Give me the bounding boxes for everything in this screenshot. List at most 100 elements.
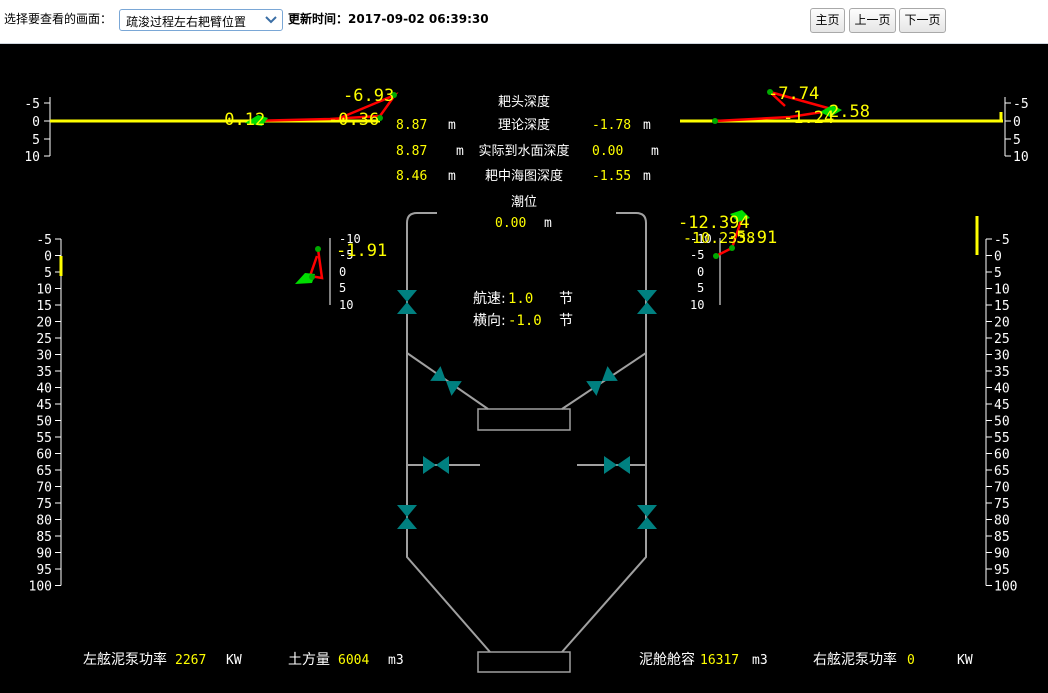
tide-label: 潮位 — [511, 195, 537, 210]
left-pump-value: 2267 — [175, 653, 206, 668]
tick-label: 55 — [36, 431, 52, 446]
volume-label: 土方量 — [288, 652, 330, 668]
tick-label: 85 — [994, 530, 1010, 545]
tick-label: 90 — [994, 547, 1010, 562]
tick-label: 80 — [36, 514, 52, 529]
update-time: 更新时间：2017-09-02 06:39:30 — [288, 12, 489, 26]
tick-label: 30 — [994, 349, 1010, 364]
tide-value: 0.00 — [495, 216, 526, 231]
left-top-scale: -5 0 5 10 — [24, 97, 51, 165]
dredge-diagram: -5 0 5 10 -5 0 5 10 -0.12 -0.36 -6.93 -7… — [24, 84, 1029, 673]
valve-icon — [637, 505, 657, 529]
tick-label: 45 — [36, 398, 52, 413]
left-pump-label: 左舷泥泵功率 — [83, 651, 167, 668]
right-mid-value-c: -5.91 — [726, 228, 777, 248]
left-top-value-a: -0.12 — [214, 110, 265, 130]
tick-label: 45 — [994, 398, 1010, 413]
tick-label: 15 — [36, 299, 52, 314]
depth-panel: 耙头深度 8.87 m 理论深度 -1.78 m 8.87 m 实际到水面深度 … — [396, 94, 659, 231]
tick-label: 75 — [36, 497, 52, 512]
tick-label: 20 — [994, 316, 1010, 331]
tick-label: 70 — [994, 481, 1010, 496]
theory-depth-label: 理论深度 — [498, 117, 550, 133]
tick-label: 60 — [36, 448, 52, 463]
tick-label: 0 — [1013, 115, 1021, 130]
actual-right-value: 0.00 — [592, 144, 623, 159]
unit: m — [456, 144, 464, 159]
tick-label: 25 — [36, 332, 52, 347]
hold-label: 泥舱舱容 — [639, 651, 695, 668]
right-top-value-a: -7.74 — [768, 84, 819, 104]
tick-label: 35 — [994, 365, 1010, 380]
right-pump-value: 0 — [907, 653, 915, 668]
chart-depth-label: 耙中海图深度 — [485, 168, 563, 184]
chart-left-value: 8.46 — [396, 169, 427, 184]
unit: m — [448, 169, 456, 184]
tick-label: 35 — [36, 365, 52, 380]
tick-label: 0 — [697, 265, 704, 279]
tick-label: 85 — [36, 530, 52, 545]
tick-label: 40 — [994, 382, 1010, 397]
depth-title: 耙头深度 — [498, 94, 550, 110]
right-top-value-b: -1.24 — [783, 108, 834, 128]
valve-icon — [423, 456, 449, 474]
unit: m — [448, 118, 456, 133]
tick-label: -5 — [24, 97, 40, 112]
actual-depth-label: 实际到水面深度 — [478, 143, 569, 159]
left-top-value-c: -6.93 — [343, 86, 394, 106]
toolbar: 选择要查看的画面： 疏浚过程左右耙臂位置 更新时间：2017-09-02 06:… — [0, 0, 1048, 44]
unit: m — [643, 169, 651, 184]
tick-label: 75 — [994, 497, 1010, 512]
valve-icon — [637, 290, 657, 314]
prev-page-button[interactable]: 上一页 — [849, 8, 896, 33]
tick-label: 0 — [32, 115, 40, 130]
tick-label: 10 — [339, 298, 353, 312]
tick-label: -5 — [994, 233, 1010, 248]
chevron-down-icon — [265, 16, 277, 24]
left-side-scale: -5 05 1015 2025 3035 4045 5055 6065 7075 8085 9095… — [29, 233, 62, 595]
left-pump-unit: KW — [226, 653, 242, 668]
valve-icon — [397, 290, 417, 314]
unit: m — [651, 144, 659, 159]
bottom-stats: 左舷泥泵功率 2267 KW 土方量 6004 m3 泥舱舱容 16317 m3… — [83, 651, 973, 668]
right-side-scale: -5 05 1015 2025 3035 4045 5055 6065 7075 8085 9095… — [985, 233, 1017, 595]
hold-unit: m3 — [752, 653, 768, 668]
tick-label: 65 — [36, 464, 52, 479]
tick-label: 65 — [994, 464, 1010, 479]
lateral-value: -1.0 — [508, 313, 542, 329]
volume-unit: m3 — [388, 653, 404, 668]
tick-label: 40 — [36, 382, 52, 397]
tick-label: 95 — [36, 563, 52, 578]
tick-label: 10 — [1013, 150, 1029, 165]
screen-select[interactable]: 疏浚过程左右耙臂位置 — [119, 9, 283, 31]
tick-label: -5 — [36, 233, 52, 248]
valve-icon — [430, 366, 462, 396]
unit: m — [544, 216, 552, 231]
tick-label: 100 — [29, 580, 52, 595]
tick-label: 90 — [36, 547, 52, 562]
tick-label: 5 — [44, 266, 52, 281]
tick-label: 95 — [994, 563, 1010, 578]
chart-right-value: -1.55 — [592, 169, 631, 184]
tick-label: 5 — [1013, 133, 1021, 148]
tick-label: 5 — [339, 281, 346, 295]
valve-icon — [604, 456, 630, 474]
right-top-scale: -5 0 5 10 — [1004, 97, 1029, 165]
home-button[interactable]: 主页 — [810, 8, 845, 33]
valve-icon — [397, 505, 417, 529]
right-top-value-c: 2.58 — [829, 102, 870, 122]
theory-left-value: 8.87 — [396, 118, 427, 133]
tick-label: 25 — [994, 332, 1010, 347]
tick-label: -5 — [1013, 97, 1029, 112]
tick-label: 10 — [24, 150, 40, 165]
next-page-button[interactable]: 下一页 — [899, 8, 946, 33]
tick-label: 0 — [339, 265, 346, 279]
tick-label: 60 — [994, 448, 1010, 463]
tick-label: 10 — [690, 298, 704, 312]
tick-label: 55 — [994, 431, 1010, 446]
tick-label: 10 — [994, 283, 1010, 298]
tick-label: 30 — [36, 349, 52, 364]
tick-label: 50 — [994, 415, 1010, 430]
tick-label: 80 — [994, 514, 1010, 529]
lateral-unit: 节 — [559, 313, 573, 329]
